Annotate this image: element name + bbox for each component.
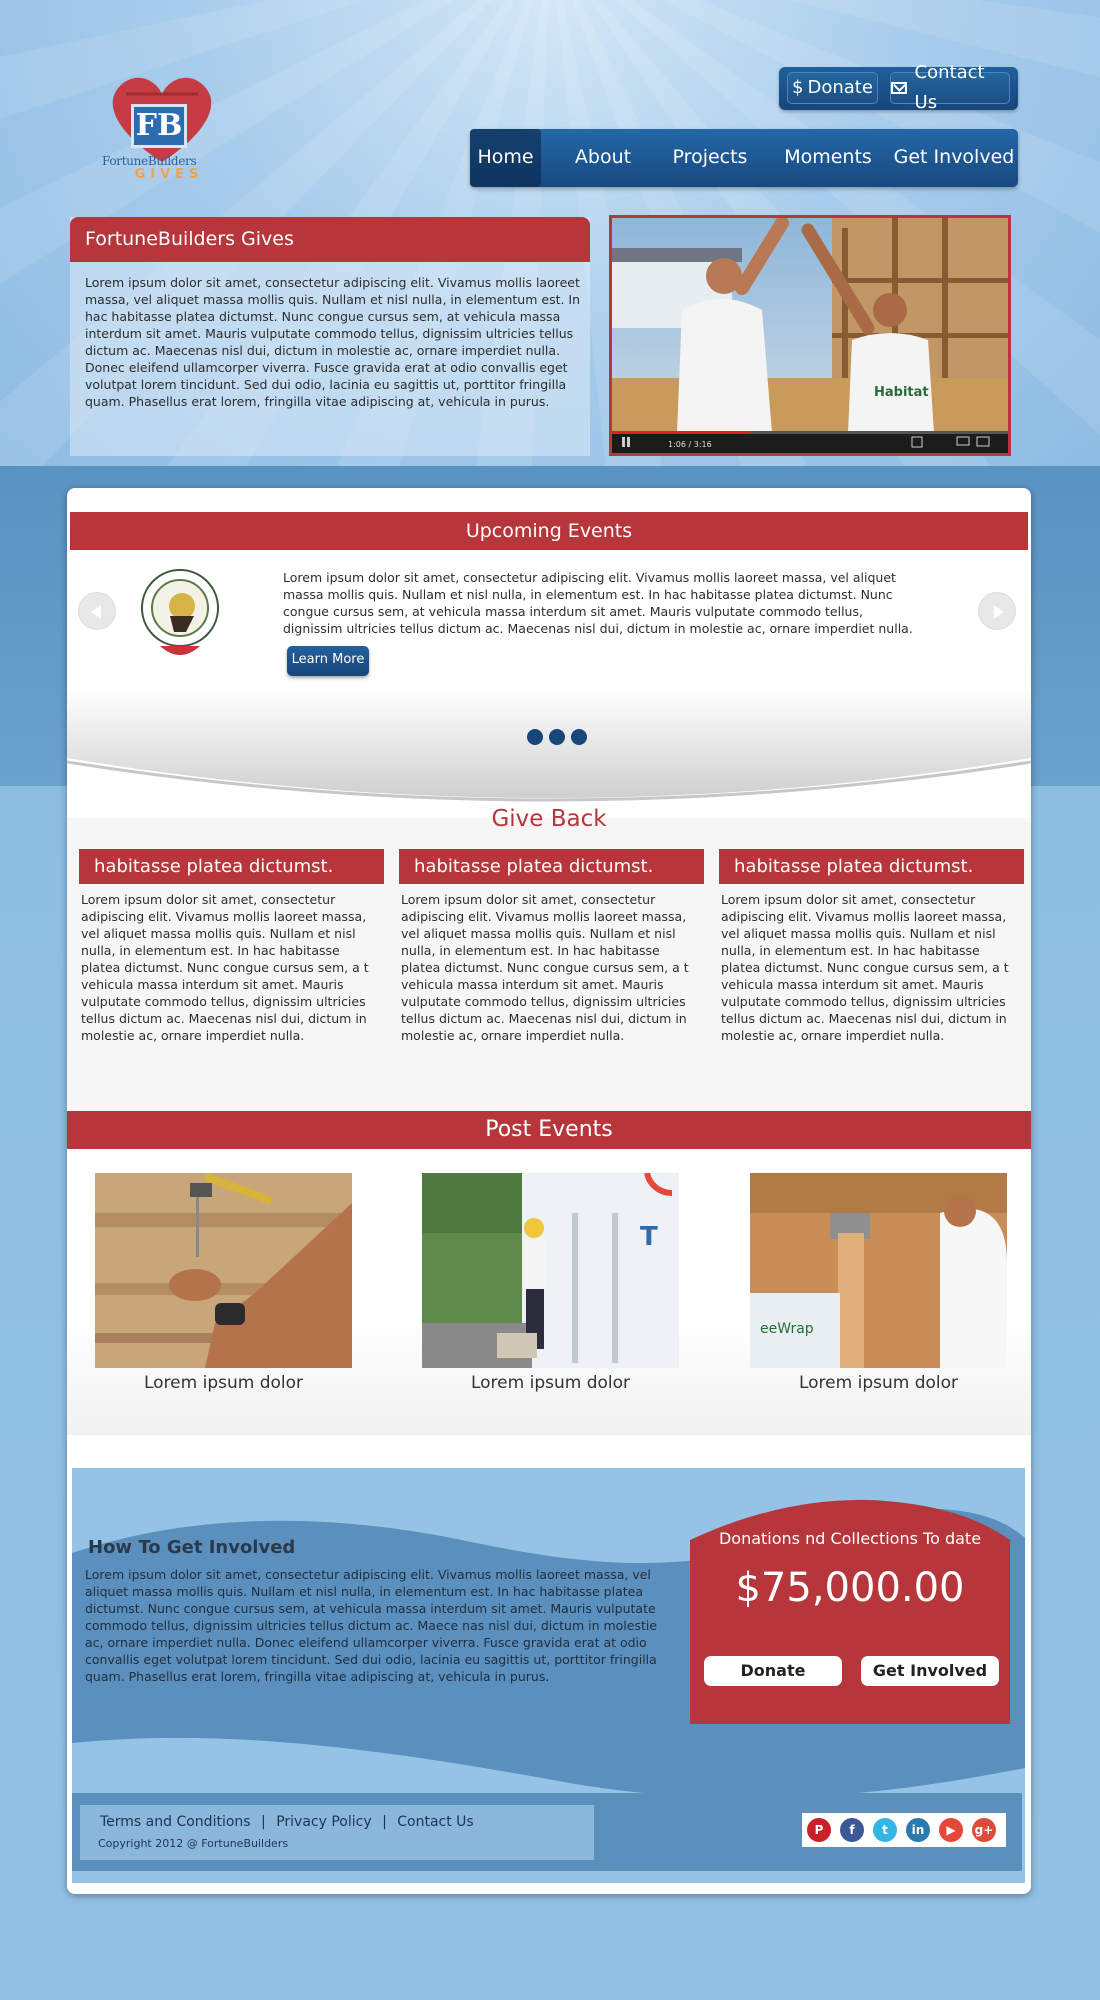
pinterest-icon[interactable]: P [807,1818,831,1842]
intro-text: Lorem ipsum dolor sit amet, consectetur … [85,275,581,409]
nav-item-about[interactable]: About [553,129,653,187]
video-player[interactable]: Habitat 1:06 / 3:16 [609,215,1011,456]
contact-header-label: Contact Us [914,62,985,113]
donate-header-label: Donate [807,77,873,98]
upcoming-event-text: Lorem ipsum dolor sit amet, consectetur … [283,570,913,636]
give-back-column-heading: habitasse platea dictumst. [719,849,1024,884]
footer-separator: | [382,1814,387,1830]
nav-item-home[interactable]: Home [470,129,541,187]
main-nav: Home About Projects Moments Get Involved [470,129,1018,187]
google-plus-icon[interactable]: g+ [972,1818,996,1842]
footer-links: Terms and Conditions | Privacy Policy | … [97,1814,477,1830]
donations-amount: $75,000.00 [735,1565,965,1611]
carousel-dot[interactable] [549,729,565,745]
svg-text:eeWrap: eeWrap [760,1321,814,1337]
learn-more-button[interactable]: Learn More [287,646,369,676]
give-back-column-text: Lorem ipsum dolor sit amet, consectetur … [721,892,1009,1043]
intro-title: FortuneBuilders Gives [70,217,590,262]
social-icons: P f t in ▶ g+ [802,1813,1006,1847]
donate-button[interactable]: Donate [704,1656,842,1686]
logo-tagline: GIVES [134,167,204,182]
donations-label: Donations nd Collections To date [718,1529,982,1548]
give-back-title: Give Back [491,806,607,832]
footer-separator: | [261,1814,266,1830]
give-back-column-heading: habitasse platea dictumst. [79,849,384,884]
post-event-caption: Lorem ipsum dolor [798,1373,959,1393]
carousel-dot[interactable] [527,729,543,745]
carousel-curve-divider [67,688,1031,802]
privacy-link[interactable]: Privacy Policy [276,1814,371,1830]
linkedin-icon[interactable]: in [906,1818,930,1842]
get-involved-title: How To Get Involved [88,1537,296,1558]
donate-header-button[interactable]: $ Donate [787,72,878,104]
carousel-prev-arrow-icon[interactable] [78,592,116,630]
give-back-column-heading: habitasse platea dictumst. [399,849,704,884]
give-back-column-text: Lorem ipsum dolor sit amet, consectetur … [81,892,369,1043]
post-event-photo[interactable]: T [422,1173,679,1368]
hammer-nail-image [95,1173,352,1368]
nav-item-projects[interactable]: Projects [650,129,770,187]
video-time: 1:06 / 3:16 [668,440,712,449]
give-back-column-text: Lorem ipsum dolor sit amet, consectetur … [401,892,689,1043]
get-involved-text: Lorem ipsum dolor sit amet, consectetur … [85,1567,658,1684]
site-logo[interactable]: FB FortuneBuilders GIVES [100,74,230,184]
carousel-next-arrow-icon[interactable] [978,592,1016,630]
video-progress-fill [612,431,751,434]
wood-framing-image: eeWrap [750,1173,1007,1368]
nav-item-moments[interactable]: Moments [766,129,890,187]
house-building-image: T [422,1173,679,1368]
get-involved-button[interactable]: Get Involved [861,1656,999,1686]
main-card: Upcoming Events Lorem ipsum dolor sit am… [67,488,1031,1894]
nav-item-get-involved[interactable]: Get Involved [890,129,1018,187]
facebook-icon[interactable]: f [840,1818,864,1842]
post-event-caption: Lorem ipsum dolor [143,1373,304,1393]
header-action-buttons: $ Donate Contact Us [779,62,1018,113]
youtube-icon[interactable]: ▶ [939,1818,963,1842]
logo-name: FortuneBuilders [102,154,197,168]
svg-text:Habitat: Habitat [874,385,929,400]
event-badge-icon [141,569,219,655]
video-frame: Habitat 1:06 / 3:16 [612,218,1008,453]
copyright: Copyright 2012 @ FortuneBuilders [98,1837,289,1850]
post-event-photo[interactable] [95,1173,352,1368]
envelope-icon [891,82,907,94]
logo-initials: FB [131,104,187,148]
twitter-icon[interactable]: t [873,1818,897,1842]
dollar-icon: $ [792,77,804,98]
contact-header-button[interactable]: Contact Us [890,62,1010,113]
upcoming-events-title: Upcoming Events [70,512,1028,550]
post-events-title: Post Events [67,1111,1031,1149]
post-event-photo[interactable]: eeWrap [750,1173,1007,1368]
intro-panel: FortuneBuilders Gives Lorem ipsum dolor … [70,217,590,456]
post-event-caption: Lorem ipsum dolor [470,1373,631,1393]
carousel-dot[interactable] [571,729,587,745]
contact-link[interactable]: Contact Us [397,1814,473,1830]
terms-link[interactable]: Terms and Conditions [100,1814,251,1830]
svg-text:T: T [640,1222,658,1252]
